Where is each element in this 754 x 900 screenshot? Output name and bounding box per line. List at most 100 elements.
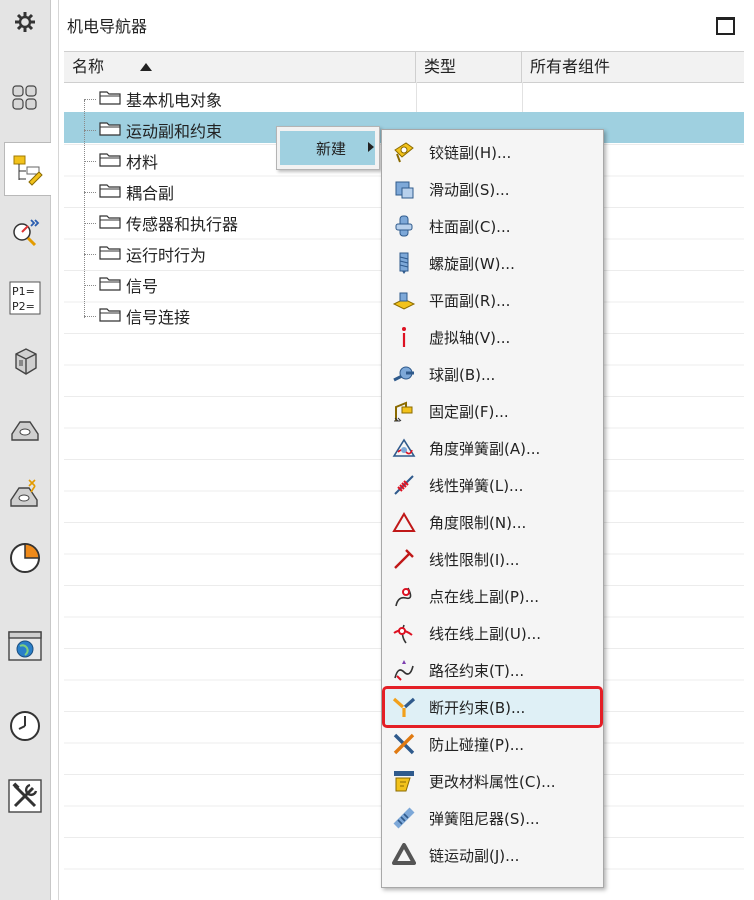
screw-joint-icon bbox=[391, 250, 417, 276]
menu-item-breaking-constraint[interactable]: 断开约束(B)... bbox=[382, 686, 603, 728]
menu-item-new-label: 新建 bbox=[316, 139, 347, 158]
menu-item-chain-joint[interactable]: 链运动副(J)... bbox=[385, 837, 600, 873]
folder-icon bbox=[99, 182, 121, 202]
menu-item-point-on-curve[interactable]: 点在线上副(P)... bbox=[385, 578, 600, 614]
menu-item-label: 线在线上副(U)... bbox=[429, 624, 541, 643]
linear-spring-icon bbox=[391, 472, 417, 498]
menu-item-ball-joint[interactable]: 球副(B)... bbox=[385, 356, 600, 392]
submenu-arrow-icon bbox=[368, 142, 374, 152]
menu-item-change-material[interactable]: 更改材料属性(C)... bbox=[385, 763, 600, 799]
sector-chart-icon[interactable] bbox=[6, 538, 44, 578]
context-menu: 新建 bbox=[276, 126, 380, 170]
menu-item-label: 球副(B)... bbox=[429, 365, 496, 384]
tree-node-signal-connections[interactable]: 信号连接 bbox=[84, 304, 190, 328]
menu-item-path-constraint[interactable]: 路径约束(T)... bbox=[385, 652, 600, 688]
tree-node-signals[interactable]: 信号 bbox=[84, 273, 158, 297]
part-icon[interactable] bbox=[6, 342, 44, 382]
chain-joint-icon bbox=[391, 842, 417, 868]
menu-item-linear-limit[interactable]: 线性限制(I)... bbox=[385, 541, 600, 577]
tree-node-runtime-behavior[interactable]: 运行时行为 bbox=[84, 242, 206, 266]
parameter-icon[interactable]: P1= P2= bbox=[6, 278, 44, 318]
menu-item-label: 防止碰撞(P)... bbox=[429, 735, 525, 754]
menu-item-label: 固定副(F)... bbox=[429, 402, 509, 421]
menu-item-label: 铰链副(H)... bbox=[429, 143, 512, 162]
column-header-owner[interactable]: 所有者组件 bbox=[522, 52, 744, 82]
menu-item-label: 路径约束(T)... bbox=[429, 661, 525, 680]
menu-item-label: 链运动副(J)... bbox=[429, 846, 520, 865]
menu-item-label: 更改材料属性(C)... bbox=[429, 772, 556, 791]
column-header-name[interactable]: 名称 bbox=[64, 52, 416, 82]
menu-item-label: 弹簧阻尼器(S)... bbox=[429, 809, 540, 828]
folder-icon bbox=[99, 213, 121, 233]
menu-item-angular-limit[interactable]: 角度限制(N)... bbox=[385, 504, 600, 540]
tree-node-joints-constraints[interactable]: 运动副和约束 bbox=[84, 118, 222, 142]
menu-item-label: 平面副(R)... bbox=[429, 291, 511, 310]
menu-item-prevent-collision[interactable]: 防止碰撞(P)... bbox=[385, 726, 600, 762]
menu-item-hinge-joint[interactable]: 铰链副(H)... bbox=[385, 134, 600, 170]
assembly-icon[interactable] bbox=[6, 78, 44, 118]
tools-icon[interactable] bbox=[6, 776, 44, 816]
body-icon[interactable] bbox=[6, 410, 44, 450]
menu-item-sliding-joint[interactable]: 滑动副(S)... bbox=[385, 171, 600, 207]
tree-node-label: 运行时行为 bbox=[126, 246, 207, 265]
sensor-tracking-icon[interactable] bbox=[6, 210, 44, 250]
menu-item-linear-spring[interactable]: 线性弹簧(L)... bbox=[385, 467, 600, 503]
column-header-type[interactable]: 类型 bbox=[416, 52, 522, 82]
folder-icon bbox=[99, 244, 121, 264]
svg-text:P2=: P2= bbox=[12, 300, 35, 313]
menu-item-planar-joint[interactable]: 平面副(R)... bbox=[385, 282, 600, 318]
menu-item-label: 虚拟轴(V)... bbox=[429, 328, 511, 347]
prevent-collision-icon bbox=[391, 731, 417, 757]
breaking-constraint-icon bbox=[391, 694, 417, 720]
linear-limit-icon bbox=[391, 546, 417, 572]
menu-item-label: 柱面副(C)... bbox=[429, 217, 511, 236]
angular-limit-icon bbox=[391, 509, 417, 535]
tree-node-materials[interactable]: 材料 bbox=[84, 149, 158, 173]
path-constraint-icon bbox=[391, 657, 417, 683]
tree-node-basic-objects[interactable]: 基本机电对象 bbox=[84, 87, 222, 111]
menu-item-label: 点在线上副(P)... bbox=[429, 587, 540, 606]
column-header-row: 名称 类型 所有者组件 bbox=[64, 51, 744, 83]
collision-body-icon[interactable] bbox=[6, 474, 44, 514]
menu-item-screw-joint[interactable]: 螺旋副(W)... bbox=[385, 245, 600, 281]
hinge-joint-icon bbox=[391, 139, 417, 165]
clock-icon[interactable] bbox=[6, 706, 44, 746]
menu-item-virtual-axis[interactable]: 虚拟轴(V)... bbox=[385, 319, 600, 355]
point-on-curve-icon bbox=[391, 583, 417, 609]
menu-item-label: 角度限制(N)... bbox=[429, 513, 527, 532]
planar-joint-icon bbox=[391, 287, 417, 313]
spring-damper-icon bbox=[391, 805, 417, 831]
browser-icon[interactable] bbox=[6, 626, 44, 666]
change-material-icon bbox=[391, 768, 417, 794]
folder-icon bbox=[99, 151, 121, 171]
angular-spring-icon bbox=[391, 435, 417, 461]
menu-item-cylindrical-joint[interactable]: 柱面副(C)... bbox=[385, 208, 600, 244]
menu-item-spring-damper[interactable]: 弹簧阻尼器(S)... bbox=[385, 800, 600, 836]
maximize-icon[interactable] bbox=[716, 17, 735, 35]
column-header-name-label: 名称 bbox=[72, 57, 105, 76]
fixed-joint-icon bbox=[391, 398, 417, 424]
folder-icon bbox=[99, 89, 121, 109]
curve-on-curve-icon bbox=[391, 620, 417, 646]
settings-icon[interactable] bbox=[6, 2, 44, 42]
tree-node-label: 信号 bbox=[126, 277, 159, 296]
menu-item-angular-spring[interactable]: 角度弹簧副(A)... bbox=[385, 430, 600, 466]
tree-node-label: 信号连接 bbox=[126, 308, 191, 327]
menu-item-label: 滑动副(S)... bbox=[429, 180, 510, 199]
ball-joint-icon bbox=[391, 361, 417, 387]
column-header-type-label: 类型 bbox=[424, 57, 457, 76]
mechatronics-navigator-icon[interactable] bbox=[4, 142, 51, 196]
column-header-owner-label: 所有者组件 bbox=[530, 57, 611, 76]
cylindrical-joint-icon bbox=[391, 213, 417, 239]
tree-node-sensors-actuators[interactable]: 传感器和执行器 bbox=[84, 211, 238, 235]
menu-item-curve-on-curve[interactable]: 线在线上副(U)... bbox=[385, 615, 600, 651]
tree-node-label: 传感器和执行器 bbox=[126, 215, 239, 234]
menu-item-new[interactable]: 新建 bbox=[280, 131, 375, 165]
menu-item-fixed-joint[interactable]: 固定副(F)... bbox=[385, 393, 600, 429]
tree-node-label: 运动副和约束 bbox=[126, 122, 223, 141]
resource-bar: P1= P2= bbox=[0, 0, 51, 900]
panel-title: 机电导航器 bbox=[67, 17, 148, 36]
menu-item-label: 断开约束(B)... bbox=[429, 698, 526, 717]
sort-ascending-icon bbox=[140, 63, 152, 71]
tree-node-couplers[interactable]: 耦合副 bbox=[84, 180, 174, 204]
